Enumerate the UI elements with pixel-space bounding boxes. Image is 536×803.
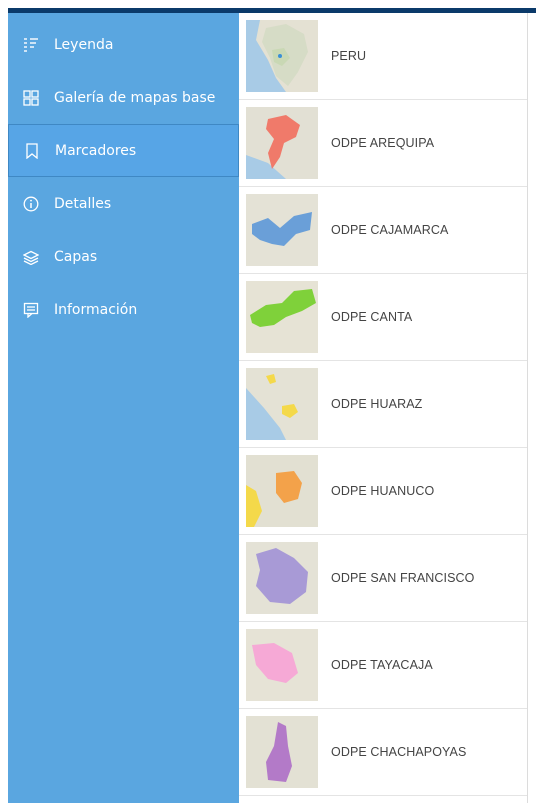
sidebar-item-label: Información bbox=[54, 301, 138, 318]
sidebar-item-label: Capas bbox=[54, 248, 98, 265]
sidebar-item-about[interactable]: Información bbox=[8, 283, 239, 336]
sidebar-item-basemap-gallery[interactable]: Galería de mapas base bbox=[8, 71, 239, 124]
about-icon bbox=[22, 301, 40, 319]
bookmark-thumbnail bbox=[246, 20, 318, 92]
bookmark-label: ODPE CHACHAPOYAS bbox=[331, 745, 467, 759]
sidebar: Leyenda Galería de mapas base Marcadores… bbox=[8, 13, 239, 803]
bookmark-list: PERU ODPE AREQUIPA ODPE CAJAMARCA ODPE C… bbox=[239, 13, 528, 803]
bookmark-item-arequipa[interactable]: ODPE AREQUIPA bbox=[239, 100, 527, 187]
sidebar-item-label: Detalles bbox=[54, 195, 112, 212]
bookmark-thumbnail bbox=[246, 194, 318, 266]
sidebar-item-label: Galería de mapas base bbox=[54, 89, 216, 106]
bookmark-item-san-francisco[interactable]: ODPE SAN FRANCISCO bbox=[239, 535, 527, 622]
bookmark-label: ODPE AREQUIPA bbox=[331, 136, 435, 150]
bookmark-item-chachapoyas[interactable]: ODPE CHACHAPOYAS bbox=[239, 709, 527, 796]
bookmark-label: ODPE CAJAMARCA bbox=[331, 223, 449, 237]
bookmark-label: ODPE CANTA bbox=[331, 310, 413, 324]
bookmark-icon bbox=[23, 142, 41, 160]
bookmark-label: ODPE TAYACAJA bbox=[331, 658, 433, 672]
legend-icon bbox=[22, 36, 40, 54]
bookmark-thumbnail bbox=[246, 542, 318, 614]
sidebar-item-layers[interactable]: Capas bbox=[8, 230, 239, 283]
basemap-gallery-icon bbox=[22, 89, 40, 107]
sidebar-item-label: Marcadores bbox=[55, 142, 137, 159]
bookmark-item-huaraz[interactable]: ODPE HUARAZ bbox=[239, 361, 527, 448]
sidebar-item-details[interactable]: Detalles bbox=[8, 177, 239, 230]
sidebar-item-legend[interactable]: Leyenda bbox=[8, 18, 239, 71]
bookmark-thumbnail bbox=[246, 107, 318, 179]
bookmark-item-peru[interactable]: PERU bbox=[239, 13, 527, 100]
layers-icon bbox=[22, 248, 40, 266]
bookmark-thumbnail bbox=[246, 281, 318, 353]
bookmark-item-tayacaja[interactable]: ODPE TAYACAJA bbox=[239, 622, 527, 709]
info-icon bbox=[22, 195, 40, 213]
bookmark-item-huanuco[interactable]: ODPE HUANUCO bbox=[239, 448, 527, 535]
bookmark-label: ODPE SAN FRANCISCO bbox=[331, 571, 475, 585]
bookmark-thumbnail bbox=[246, 629, 318, 701]
bookmark-label: PERU bbox=[331, 49, 367, 63]
bookmark-item-cajamarca[interactable]: ODPE CAJAMARCA bbox=[239, 187, 527, 274]
bookmark-thumbnail bbox=[246, 368, 318, 440]
sidebar-item-bookmarks[interactable]: Marcadores bbox=[8, 124, 239, 177]
bookmark-label: ODPE HUARAZ bbox=[331, 397, 423, 411]
bookmark-thumbnail bbox=[246, 455, 318, 527]
bookmark-thumbnail bbox=[246, 716, 318, 788]
sidebar-item-label: Leyenda bbox=[54, 36, 114, 53]
bookmark-item-canta[interactable]: ODPE CANTA bbox=[239, 274, 527, 361]
bookmark-label: ODPE HUANUCO bbox=[331, 484, 435, 498]
